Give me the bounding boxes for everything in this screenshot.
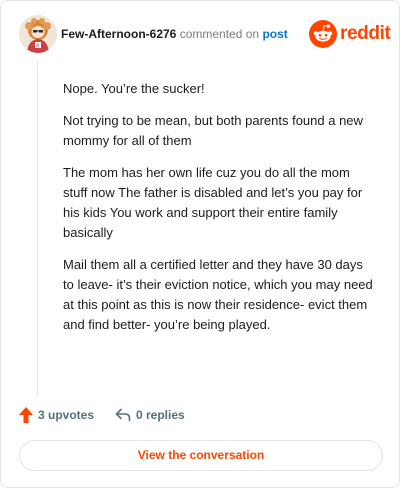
svg-text:R: R [36,44,40,50]
reply-count: 0 replies [136,408,185,422]
view-conversation-button[interactable]: View the conversation [19,440,383,471]
reddit-logo[interactable]: reddit [309,20,391,48]
post-link[interactable]: post [262,27,287,41]
upvote-arrow-icon [19,407,33,423]
comment-body: Nope. You’re the sucker! Not trying to b… [63,79,375,347]
comment-paragraph: The mom has her own life cuz you do all … [63,165,363,240]
comment-paragraph: Mail them all a certified letter and the… [63,257,373,332]
upvote-button[interactable]: 3 upvotes [19,405,94,425]
comment-actions: 3 upvotes 0 replies [19,405,385,425]
reddit-snoo-icon [309,20,337,48]
comment-paragraph: Nope. You’re the sucker! [63,81,205,96]
upvote-count: 3 upvotes [38,408,95,422]
comment-header: R Few-Afternoon-6276 commented on post r… [19,15,391,55]
comment-card: R Few-Afternoon-6276 commented on post r… [0,0,400,488]
comment-paragraph: Not trying to be mean, but both parents … [63,113,363,148]
replies-button[interactable]: 0 replies [115,405,185,425]
avatar-image: R [19,15,57,53]
reddit-wordmark: reddit [340,23,391,44]
thread-line [37,61,38,395]
user-avatar[interactable]: R [19,15,57,53]
reply-icon [115,408,131,422]
comment-meta: Few-Afternoon-6276 commented on post [61,27,288,41]
commented-on-text: commented on [179,27,260,41]
username[interactable]: Few-Afternoon-6276 [61,27,176,41]
